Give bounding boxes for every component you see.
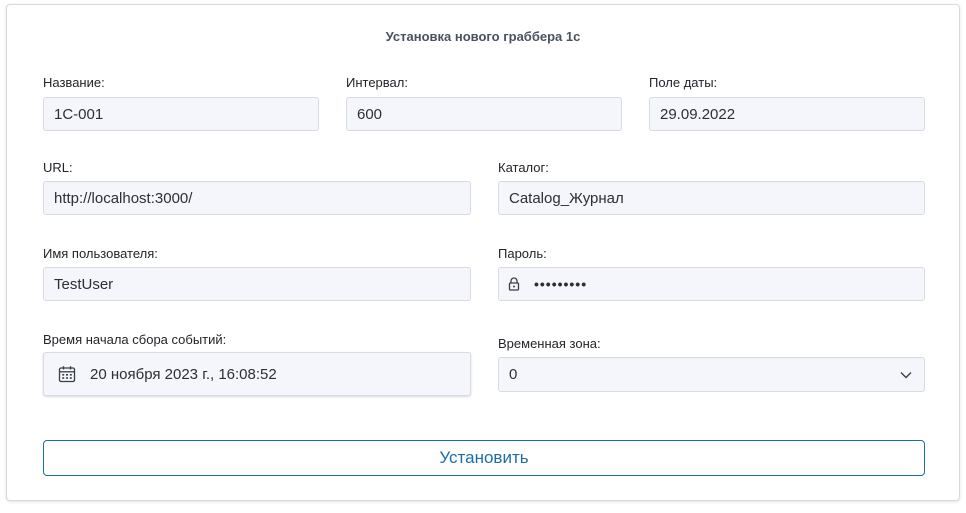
name-value: 1C-001	[54, 105, 104, 123]
timezone-value: 0	[509, 366, 518, 383]
catalog-value: Catalog_Журнал	[509, 189, 624, 207]
username-label: Имя пользователя:	[43, 246, 158, 261]
date-field-label: Поле даты:	[649, 75, 718, 90]
chevron-down-icon	[900, 371, 912, 379]
url-input[interactable]: http://localhost:3000/	[43, 181, 471, 215]
timezone-label: Временная зона:	[498, 336, 601, 351]
lock-icon	[508, 277, 520, 291]
calendar-icon	[58, 365, 76, 383]
start-time-label: Время начала сбора событий:	[43, 332, 227, 347]
password-label: Пароль:	[498, 246, 547, 261]
interval-label: Интервал:	[346, 75, 408, 90]
username-input[interactable]: TestUser	[43, 267, 471, 301]
start-time-picker[interactable]: 20 ноября 2023 г., 16:08:52	[43, 352, 471, 396]
password-input[interactable]: •••••••••	[498, 267, 925, 301]
catalog-input[interactable]: Catalog_Журнал	[498, 181, 925, 215]
interval-value: 600	[357, 105, 383, 123]
date-field-input[interactable]: 29.09.2022	[649, 97, 925, 131]
interval-input[interactable]: 600	[346, 97, 622, 131]
date-field-value: 29.09.2022	[660, 105, 736, 123]
catalog-label: Каталог:	[498, 160, 549, 175]
username-value: TestUser	[54, 275, 114, 293]
start-time-value: 20 ноября 2023 г., 16:08:52	[90, 365, 277, 383]
timezone-select[interactable]: 0	[498, 357, 925, 392]
url-label: URL:	[43, 160, 73, 175]
url-value: http://localhost:3000/	[54, 189, 193, 207]
install-button[interactable]: Установить	[43, 440, 925, 476]
password-value: •••••••••	[534, 276, 588, 292]
name-label: Название:	[43, 75, 105, 90]
form-title: Установка нового граббера 1с	[385, 29, 581, 44]
name-input[interactable]: 1C-001	[43, 97, 319, 131]
